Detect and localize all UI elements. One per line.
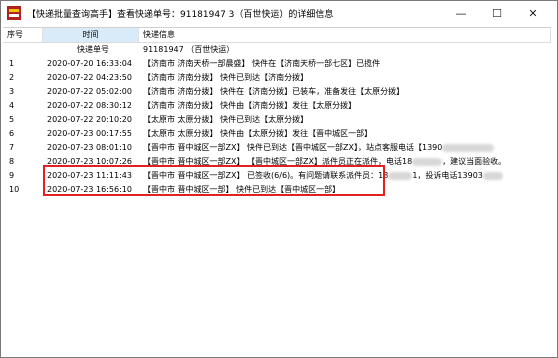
window-title: 【快递批量查询高手】查看快递单号：91181947 3（百世快运）的详细信息 [27, 10, 334, 20]
row-number: 7 [9, 143, 15, 152]
row-info: 【晋中市 晋中城区一部ZX】 快件已到达【晋中城区一部ZX】，站点客服电话【13… [143, 141, 495, 154]
tracking-number-value: 91181947 （百世快运） [143, 45, 235, 54]
row-number: 4 [9, 101, 15, 110]
redacted-phone [482, 171, 503, 180]
tracking-number-label: 快递单号 [77, 45, 109, 54]
row-number: 2 [9, 73, 15, 82]
subheader-row[interactable]: 快递单号 91181947 （百世快运） [3, 43, 551, 56]
row-number: 9 [9, 171, 15, 180]
table-row[interactable]: 1 2020-07-20 16:33:04 【济南市 济南天桥一部晨盛】 快件在… [3, 57, 551, 70]
row-time: 2020-07-20 16:33:04 [47, 59, 132, 68]
row-info: 【济南市 济南分拨】 快件由【济南分拨】发往【太原分拨】 [143, 101, 357, 110]
column-header-info[interactable]: 快递信息 [139, 28, 551, 42]
close-button[interactable]: ✕ [515, 1, 551, 25]
table-row[interactable]: 6 2020-07-23 00:17:55 【太原市 太原分拨】 快件由【太原分… [3, 127, 551, 140]
column-header-time[interactable]: 时间 [43, 28, 139, 42]
row-number: 1 [9, 59, 15, 68]
row-info: 【太原市 太原分拨】 快件由【太原分拨】发往【晋中城区一部】 [143, 129, 373, 138]
minimize-button[interactable]: — [443, 1, 479, 25]
table-row[interactable]: 5 2020-07-22 20:10:20 【太原市 太原分拨】 快件已到达【太… [3, 113, 551, 126]
courier-app-icon [7, 6, 21, 20]
maximize-button[interactable]: ☐ [479, 1, 515, 25]
row-number: 6 [9, 129, 15, 138]
row-number: 5 [9, 115, 15, 124]
table-row[interactable]: 7 2020-07-23 08:01:10 【晋中市 晋中城区一部ZX】 快件已… [3, 141, 551, 154]
row-time: 2020-07-22 08:30:12 [47, 101, 132, 110]
row-time: 2020-07-23 00:17:55 [47, 129, 132, 138]
row-info: 【济南市 济南分拨】 快件在【济南分拨】已装车，准备发往【太原分拨】 [143, 87, 405, 96]
highlight-box [43, 165, 385, 196]
row-number: 3 [9, 87, 15, 96]
column-header-no[interactable]: 序号 [3, 28, 43, 42]
redacted-phone [388, 171, 413, 180]
tracking-list[interactable]: 序号 时间 快递信息 快递单号 91181947 （百世快运） 1 2020-0… [3, 27, 551, 354]
app-window: 【快递批量查询高手】查看快递单号：91181947 3（百世快运）的详细信息 —… [0, 0, 558, 358]
table-row[interactable]: 4 2020-07-22 08:30:12 【济南市 济南分拨】 快件由【济南分… [3, 99, 551, 112]
row-info-tail: ，建议当面验收。 [442, 157, 507, 166]
table-row[interactable]: 3 2020-07-22 05:02:00 【济南市 济南分拨】 快件在【济南分… [3, 85, 551, 98]
row-time: 2020-07-22 05:02:00 [47, 87, 132, 96]
row-time: 2020-07-23 08:01:10 [47, 143, 132, 152]
row-number: 8 [9, 157, 15, 166]
list-header: 序号 时间 快递信息 [3, 28, 551, 43]
row-info-tail: 1，投诉电话13903 [412, 171, 483, 180]
redacted-phone [412, 157, 443, 166]
row-info: 【济南市 济南分拨】 快件已到达【济南分拨】 [143, 73, 309, 82]
row-info: 【济南市 济南天桥一部晨盛】 快件在【济南天桥一部七区】已揽件 [143, 59, 381, 68]
row-info: 【太原市 太原分拨】 快件已到达【太原分拨】 [143, 115, 309, 124]
row-time: 2020-07-22 20:10:20 [47, 115, 132, 124]
table-row[interactable]: 2 2020-07-22 04:23:50 【济南市 济南分拨】 快件已到达【济… [3, 71, 551, 84]
title-bar: 【快递批量查询高手】查看快递单号：91181947 3（百世快运）的详细信息 —… [1, 1, 557, 27]
redacted-phone [442, 143, 495, 152]
row-number: 10 [9, 185, 20, 194]
row-info-text: 【晋中市 晋中城区一部ZX】 快件已到达【晋中城区一部ZX】，站点客服电话【13… [143, 143, 443, 152]
row-time: 2020-07-22 04:23:50 [47, 73, 132, 82]
